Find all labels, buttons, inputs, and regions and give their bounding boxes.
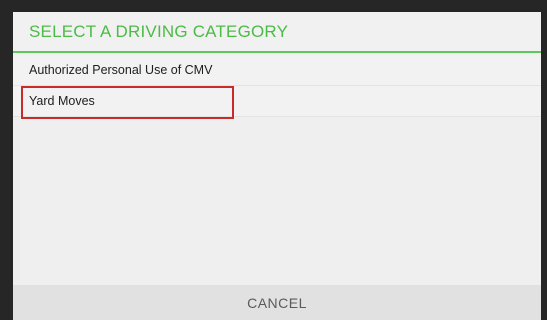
category-item-yard-moves[interactable]: Yard Moves	[13, 86, 541, 119]
cancel-button[interactable]: CANCEL	[223, 289, 331, 317]
category-item-label: Yard Moves	[29, 94, 95, 108]
dialog-footer: CANCEL	[13, 285, 541, 320]
dialog-title: SELECT A DRIVING CATEGORY	[29, 21, 289, 41]
category-list: Authorized Personal Use of CMV Yard Move…	[13, 55, 541, 119]
driving-category-dialog: SELECT A DRIVING CATEGORY Authorized Per…	[13, 12, 541, 320]
category-item-label: Authorized Personal Use of CMV	[29, 63, 213, 77]
category-item-personal-use[interactable]: Authorized Personal Use of CMV	[13, 55, 541, 86]
dialog-header: SELECT A DRIVING CATEGORY	[13, 12, 541, 53]
